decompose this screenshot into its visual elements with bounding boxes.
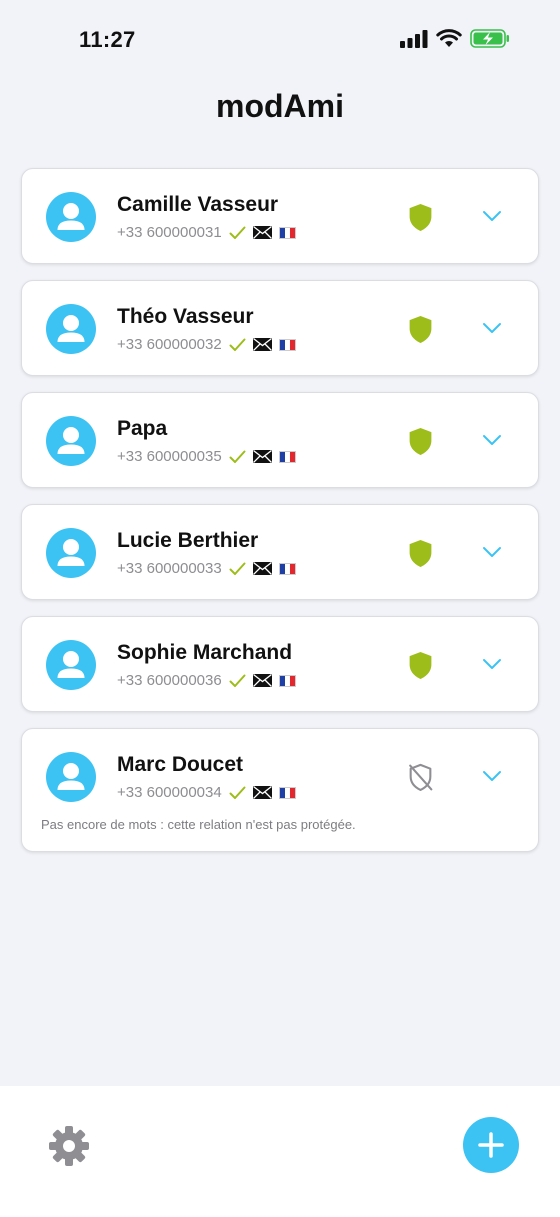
check-icon [229,338,246,351]
person-icon [46,416,96,466]
contact-card[interactable]: Sophie Marchand +33 600000036 [21,616,539,712]
contact-list: Camille Vasseur +33 600000031 Théo Vasse… [21,168,539,868]
check-icon [229,674,246,687]
shield-icon[interactable] [408,651,433,680]
bottom-bar [0,1086,560,1217]
chevron-down-icon[interactable] [482,433,502,447]
status-time: 11:27 [79,27,136,52]
chevron-down-icon[interactable] [482,209,502,223]
status-icons [400,29,510,48]
person-icon [46,752,96,802]
contact-details: +33 600000031 [117,224,296,241]
chevron-down-icon[interactable] [482,657,502,671]
contact-phone: +33 600000033 [117,560,222,577]
contact-name: Lucie Berthier [117,529,259,552]
flag-fr-icon [278,562,296,575]
gear-icon[interactable] [47,1124,91,1168]
contact-details: +33 600000034 [117,784,296,801]
envelope-icon [252,674,272,687]
check-icon [229,786,246,799]
shield-icon[interactable] [408,539,433,568]
protection-note: Pas encore de mots : cette relation n'es… [41,817,356,832]
shield-icon[interactable] [408,427,433,456]
contact-phone: +33 600000031 [117,224,222,241]
flag-fr-icon [278,786,296,799]
contact-name: Marc Doucet [117,753,244,776]
contact-card[interactable]: Camille Vasseur +33 600000031 [21,168,539,264]
status-bar: 11:27 [0,0,560,80]
check-icon [229,226,246,239]
contact-phone: +33 600000035 [117,448,222,465]
plus-icon [478,1132,504,1158]
contact-card[interactable]: Papa +33 600000035 [21,392,539,488]
shield-icon[interactable] [408,203,433,232]
contact-name: Camille Vasseur [117,193,279,216]
contact-details: +33 600000035 [117,448,296,465]
flag-fr-icon [278,338,296,351]
contact-name: Sophie Marchand [117,641,293,664]
contact-name: Papa [117,417,168,440]
check-icon [229,562,246,575]
contact-name: Théo Vasseur [117,305,254,328]
contact-card[interactable]: Lucie Berthier +33 600000033 [21,504,539,600]
envelope-icon [252,786,272,799]
contact-card[interactable]: Marc Doucet +33 600000034 Pas encore de … [21,728,539,852]
chevron-down-icon[interactable] [482,769,502,783]
battery-icon [470,29,509,48]
envelope-icon [252,338,272,351]
person-icon [46,304,96,354]
envelope-icon [252,226,272,239]
chevron-down-icon[interactable] [482,545,502,559]
contact-phone: +33 600000034 [117,784,222,801]
envelope-icon [252,450,272,463]
shield-slash-icon[interactable] [408,763,433,792]
flag-fr-icon [278,450,296,463]
check-icon [229,450,246,463]
wifi-icon [436,29,462,47]
envelope-icon [252,562,272,575]
flag-fr-icon [278,226,296,239]
shield-icon[interactable] [408,315,433,344]
contact-phone: +33 600000032 [117,336,222,353]
contact-details: +33 600000033 [117,560,296,577]
contact-card[interactable]: Théo Vasseur +33 600000032 [21,280,539,376]
flag-fr-icon [278,674,296,687]
person-icon [46,640,96,690]
contact-details: +33 600000036 [117,672,296,689]
signal-icon [400,29,428,48]
contact-details: +33 600000032 [117,336,296,353]
app-title: modAmi [216,88,344,124]
chevron-down-icon[interactable] [482,321,502,335]
contact-phone: +33 600000036 [117,672,222,689]
person-icon [46,192,96,242]
add-button[interactable] [463,1117,519,1173]
person-icon [46,528,96,578]
